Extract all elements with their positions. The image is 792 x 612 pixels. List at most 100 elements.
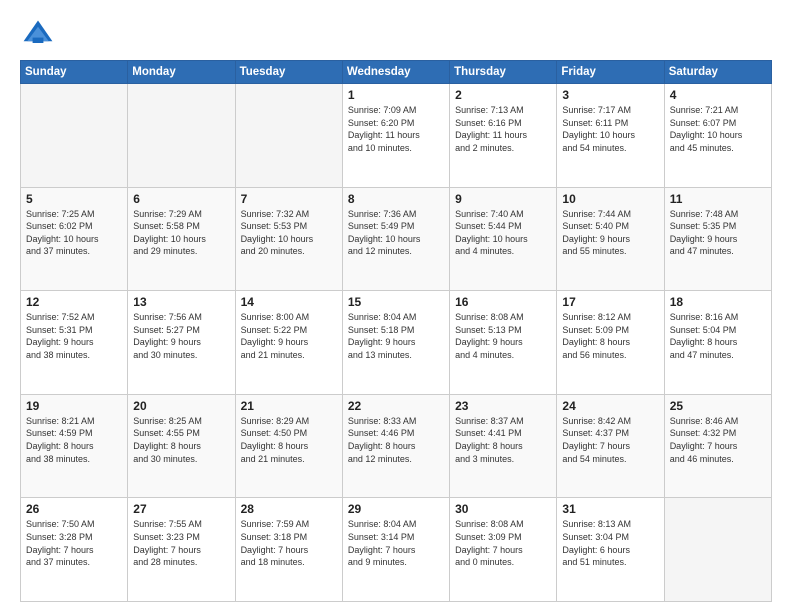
calendar-cell: 7 Sunrise: 7:32 AM Sunset: 5:53 PM Daylig… [235,187,342,291]
day-info: Sunrise: 7:50 AM Sunset: 3:28 PM Dayligh… [26,518,122,568]
calendar-cell [21,84,128,188]
calendar-cell: 23 Sunrise: 8:37 AM Sunset: 4:41 PM Dayli… [450,394,557,498]
calendar-cell: 15 Sunrise: 8:04 AM Sunset: 5:18 PM Dayli… [342,291,449,395]
day-info: Sunrise: 8:33 AM Sunset: 4:46 PM Dayligh… [348,415,444,465]
day-info: Sunrise: 8:04 AM Sunset: 5:18 PM Dayligh… [348,311,444,361]
calendar-week-3: 12 Sunrise: 7:52 AM Sunset: 5:31 PM Dayli… [21,291,772,395]
day-info: Sunrise: 7:13 AM Sunset: 6:16 PM Dayligh… [455,104,551,154]
calendar-cell: 4 Sunrise: 7:21 AM Sunset: 6:07 PM Daylig… [664,84,771,188]
day-info: Sunrise: 7:21 AM Sunset: 6:07 PM Dayligh… [670,104,766,154]
day-number: 5 [26,192,122,206]
calendar-cell: 12 Sunrise: 7:52 AM Sunset: 5:31 PM Dayli… [21,291,128,395]
day-info: Sunrise: 8:25 AM Sunset: 4:55 PM Dayligh… [133,415,229,465]
day-number: 31 [562,502,658,516]
day-number: 13 [133,295,229,309]
day-number: 4 [670,88,766,102]
day-info: Sunrise: 8:08 AM Sunset: 5:13 PM Dayligh… [455,311,551,361]
day-number: 28 [241,502,337,516]
day-info: Sunrise: 7:52 AM Sunset: 5:31 PM Dayligh… [26,311,122,361]
day-info: Sunrise: 7:25 AM Sunset: 6:02 PM Dayligh… [26,208,122,258]
day-info: Sunrise: 7:36 AM Sunset: 5:49 PM Dayligh… [348,208,444,258]
calendar-cell: 3Sunrise: 7:17 AM Sunset: 6:11 PM Daylig… [557,84,664,188]
calendar-cell: 13 Sunrise: 7:56 AM Sunset: 5:27 PM Dayli… [128,291,235,395]
day-info: Sunrise: 7:40 AM Sunset: 5:44 PM Dayligh… [455,208,551,258]
calendar-cell: 16 Sunrise: 8:08 AM Sunset: 5:13 PM Dayli… [450,291,557,395]
day-number: 30 [455,502,551,516]
calendar-week-4: 19 Sunrise: 8:21 AM Sunset: 4:59 PM Dayli… [21,394,772,498]
day-number: 19 [26,399,122,413]
calendar-header-row: SundayMondayTuesdayWednesdayThursdayFrid… [21,61,772,84]
weekday-header-sunday: Sunday [21,61,128,84]
calendar-cell: 14Sunrise: 8:00 AM Sunset: 5:22 PM Dayli… [235,291,342,395]
page: SundayMondayTuesdayWednesdayThursdayFrid… [0,0,792,612]
calendar-cell: 11 Sunrise: 7:48 AM Sunset: 5:35 PM Dayli… [664,187,771,291]
day-number: 15 [348,295,444,309]
calendar-cell: 20 Sunrise: 8:25 AM Sunset: 4:55 PM Dayli… [128,394,235,498]
day-info: Sunrise: 8:13 AM Sunset: 3:04 PM Dayligh… [562,518,658,568]
weekday-header-wednesday: Wednesday [342,61,449,84]
calendar-cell: 24Sunrise: 8:42 AM Sunset: 4:37 PM Dayli… [557,394,664,498]
day-number: 10 [562,192,658,206]
day-info: Sunrise: 7:56 AM Sunset: 5:27 PM Dayligh… [133,311,229,361]
calendar-cell: 1 Sunrise: 7:09 AM Sunset: 6:20 PM Daylig… [342,84,449,188]
day-number: 14 [241,295,337,309]
calendar-cell [664,498,771,602]
day-info: Sunrise: 8:08 AM Sunset: 3:09 PM Dayligh… [455,518,551,568]
calendar-cell: 6 Sunrise: 7:29 AM Sunset: 5:58 PM Daylig… [128,187,235,291]
day-number: 11 [670,192,766,206]
weekday-header-saturday: Saturday [664,61,771,84]
day-info: Sunrise: 7:44 AM Sunset: 5:40 PM Dayligh… [562,208,658,258]
header [20,16,772,52]
day-info: Sunrise: 8:29 AM Sunset: 4:50 PM Dayligh… [241,415,337,465]
day-number: 3 [562,88,658,102]
calendar-cell: 18Sunrise: 8:16 AM Sunset: 5:04 PM Dayli… [664,291,771,395]
day-info: Sunrise: 7:59 AM Sunset: 3:18 PM Dayligh… [241,518,337,568]
calendar-cell: 19 Sunrise: 8:21 AM Sunset: 4:59 PM Dayli… [21,394,128,498]
logo [20,16,60,52]
day-number: 9 [455,192,551,206]
day-number: 1 [348,88,444,102]
day-number: 17 [562,295,658,309]
calendar-cell [128,84,235,188]
calendar-cell: 9 Sunrise: 7:40 AM Sunset: 5:44 PM Daylig… [450,187,557,291]
day-number: 12 [26,295,122,309]
day-number: 16 [455,295,551,309]
day-info: Sunrise: 7:09 AM Sunset: 6:20 PM Dayligh… [348,104,444,154]
day-number: 26 [26,502,122,516]
calendar-table: SundayMondayTuesdayWednesdayThursdayFrid… [20,60,772,602]
day-info: Sunrise: 8:21 AM Sunset: 4:59 PM Dayligh… [26,415,122,465]
day-number: 21 [241,399,337,413]
day-info: Sunrise: 8:46 AM Sunset: 4:32 PM Dayligh… [670,415,766,465]
day-number: 22 [348,399,444,413]
calendar-cell: 5 Sunrise: 7:25 AM Sunset: 6:02 PM Daylig… [21,187,128,291]
day-info: Sunrise: 7:32 AM Sunset: 5:53 PM Dayligh… [241,208,337,258]
day-number: 7 [241,192,337,206]
calendar-cell: 10 Sunrise: 7:44 AM Sunset: 5:40 PM Dayli… [557,187,664,291]
day-info: Sunrise: 8:16 AM Sunset: 5:04 PM Dayligh… [670,311,766,361]
day-number: 20 [133,399,229,413]
weekday-header-friday: Friday [557,61,664,84]
calendar-cell: 8Sunrise: 7:36 AM Sunset: 5:49 PM Daylig… [342,187,449,291]
day-info: Sunrise: 8:42 AM Sunset: 4:37 PM Dayligh… [562,415,658,465]
day-number: 23 [455,399,551,413]
calendar-cell: 28 Sunrise: 7:59 AM Sunset: 3:18 PM Dayli… [235,498,342,602]
day-info: Sunrise: 8:12 AM Sunset: 5:09 PM Dayligh… [562,311,658,361]
calendar-cell: 27 Sunrise: 7:55 AM Sunset: 3:23 PM Dayli… [128,498,235,602]
day-number: 2 [455,88,551,102]
day-info: Sunrise: 7:29 AM Sunset: 5:58 PM Dayligh… [133,208,229,258]
day-info: Sunrise: 8:37 AM Sunset: 4:41 PM Dayligh… [455,415,551,465]
day-number: 6 [133,192,229,206]
weekday-header-thursday: Thursday [450,61,557,84]
day-info: Sunrise: 7:55 AM Sunset: 3:23 PM Dayligh… [133,518,229,568]
day-number: 25 [670,399,766,413]
calendar-cell: 22 Sunrise: 8:33 AM Sunset: 4:46 PM Dayli… [342,394,449,498]
weekday-header-tuesday: Tuesday [235,61,342,84]
day-number: 29 [348,502,444,516]
calendar-cell [235,84,342,188]
calendar-week-5: 26 Sunrise: 7:50 AM Sunset: 3:28 PM Dayli… [21,498,772,602]
calendar-cell: 30 Sunrise: 8:08 AM Sunset: 3:09 PM Dayli… [450,498,557,602]
day-info: Sunrise: 7:48 AM Sunset: 5:35 PM Dayligh… [670,208,766,258]
calendar-cell: 29Sunrise: 8:04 AM Sunset: 3:14 PM Dayli… [342,498,449,602]
day-number: 27 [133,502,229,516]
calendar-cell: 25 Sunrise: 8:46 AM Sunset: 4:32 PM Dayli… [664,394,771,498]
